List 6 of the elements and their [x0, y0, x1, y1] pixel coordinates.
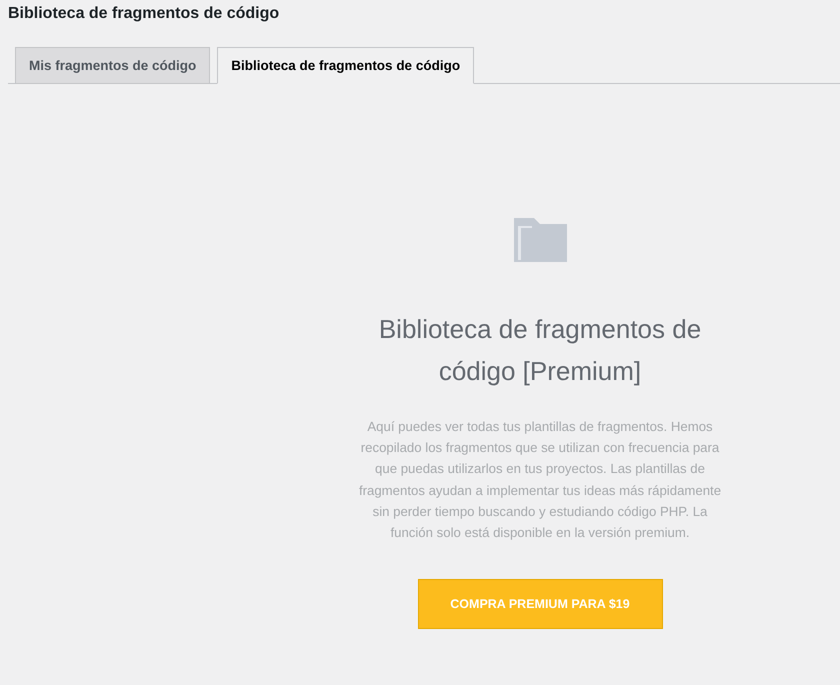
- empty-state-description: Aquí puedes ver todas tus plantillas de fragmentos. Hemos recopilado los fragmentos que se utilizan con frecuencia para que puedas utilizarlos en tus proyectos. Las plantillas de fragmentos ayudan a implementar tus ideas más rápidamente sin perder tiempo buscando y estudiando código PHP. La función solo está disponible en la versión premium.: [358, 418, 722, 542]
- tab[interactable]: Biblioteca de fragmentos de código: [217, 47, 474, 84]
- empty-state-heading: Biblioteca de fragmentos de código [Premium]: [378, 313, 702, 388]
- tab[interactable]: Mis fragmentos de código: [15, 47, 210, 84]
- folder-icon: [514, 218, 566, 262]
- page-title: Biblioteca de fragmentos de código: [8, 4, 280, 24]
